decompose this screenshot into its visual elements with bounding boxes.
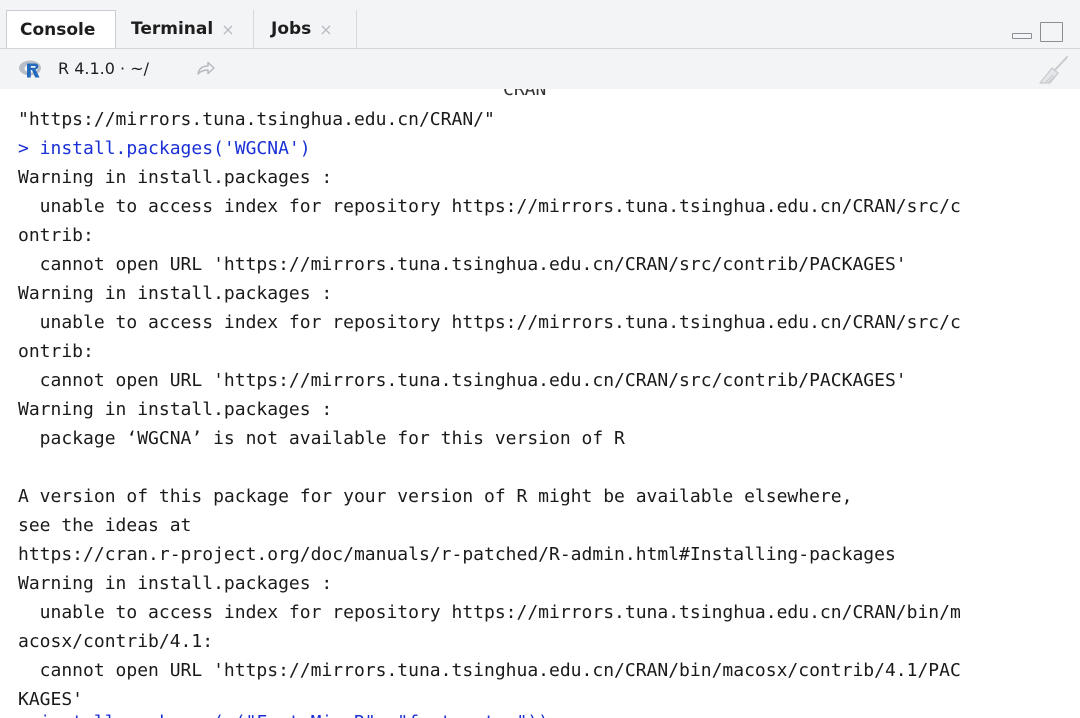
close-icon[interactable]: × — [319, 20, 332, 39]
console-line: ontrib: — [18, 225, 94, 246]
console-line: see the ideas at — [18, 515, 192, 536]
console-line: ontrib: — [18, 341, 94, 362]
console-line: package ‘WGCNA’ is not available for thi… — [18, 428, 625, 449]
tab-bar: Console Terminal × Jobs × — [0, 0, 1080, 49]
close-icon[interactable]: × — [221, 20, 234, 39]
console-line: https://cran.r-project.org/doc/manuals/r… — [18, 544, 896, 565]
console-input-line: > install.packages(c("FactoMineR", "fact… — [18, 708, 549, 718]
tab-jobs-label: Jobs — [271, 19, 312, 39]
minimize-icon[interactable] — [1012, 24, 1032, 40]
r-version-path: R 4.1.0 · ~/ — [58, 59, 149, 78]
console-line: A version of this package for your versi… — [18, 486, 853, 507]
console-line: unable to access index for repository ht… — [18, 196, 961, 217]
console-line: Warning in install.packages : — [18, 283, 333, 304]
go-to-directory-icon[interactable] — [196, 59, 216, 77]
console-line: unable to access index for repository ht… — [18, 312, 961, 333]
tab-terminal[interactable]: Terminal × — [116, 10, 254, 48]
tab-jobs[interactable]: Jobs × — [254, 10, 357, 48]
tab-console-label: Console — [20, 19, 96, 40]
console-line: Warning in install.packages : — [18, 399, 333, 420]
console-line: acosx/contrib/4.1: — [18, 631, 214, 652]
clear-console-icon[interactable] — [1036, 55, 1070, 85]
console-pane: Console Terminal × Jobs × R 4.1.0 · ~/ C… — [0, 0, 1080, 718]
console-line: unable to access index for repository ht… — [18, 602, 961, 623]
console-line: CRAN — [503, 89, 547, 100]
console-line: cannot open URL 'https://mirrors.tuna.ts… — [18, 254, 907, 275]
console-input-line: > install.packages('WGCNA') — [18, 138, 311, 159]
tab-console[interactable]: Console — [6, 10, 116, 48]
console-line: "https://mirrors.tuna.tsinghua.edu.cn/CR… — [18, 109, 495, 130]
tab-terminal-label: Terminal — [131, 19, 214, 39]
console-line: Warning in install.packages : — [18, 167, 333, 188]
r-logo-icon — [19, 60, 41, 78]
console-line: Warning in install.packages : — [18, 573, 333, 594]
console-output[interactable]: CRAN "https://mirrors.tuna.tsinghua.edu.… — [0, 89, 1080, 718]
maximize-icon[interactable] — [1040, 22, 1063, 42]
console-path-bar: R 4.1.0 · ~/ — [0, 49, 1080, 89]
console-line: cannot open URL 'https://mirrors.tuna.ts… — [18, 660, 961, 681]
console-line: cannot open URL 'https://mirrors.tuna.ts… — [18, 370, 907, 391]
